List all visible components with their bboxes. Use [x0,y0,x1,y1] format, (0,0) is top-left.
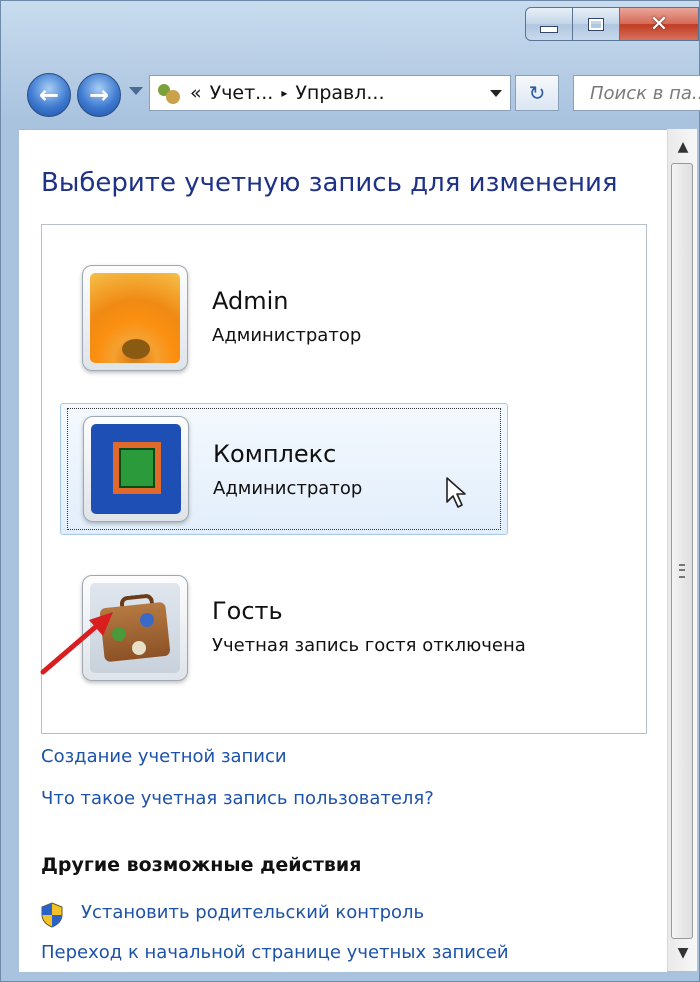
account-avatar [83,416,189,522]
breadcrumb-separator-icon[interactable]: ▸ [281,86,287,100]
page-title: Выберите учетную запись для изменения [41,168,618,198]
address-chevron[interactable]: « [190,82,202,104]
address-dropdown-icon[interactable] [490,89,502,97]
scroll-down-arrow-icon[interactable]: ▼ [668,939,698,967]
account-name: Admin [212,287,289,315]
close-button[interactable]: ✕ [619,7,699,41]
scroll-up-arrow-icon[interactable]: ▲ [668,133,698,161]
window-icon [91,424,181,514]
scroll-thumb[interactable] [671,163,693,939]
navigation-bar: ← → « Учет... ▸ Управл... ↻ Поиск в па..… [1,69,700,119]
account-role: Администратор [213,478,363,499]
uac-shield-icon [41,902,63,928]
breadcrumb-user-accounts[interactable]: Учет... [210,82,274,104]
red-pointer-arrow-icon [40,612,113,675]
account-avatar [82,265,188,371]
minimize-icon [540,25,558,33]
account-item-admin[interactable]: Admin Администратор [60,253,508,385]
back-arrow-icon: ← [38,81,60,109]
refresh-icon: ↻ [528,81,546,105]
address-bar[interactable]: « Учет... ▸ Управл... [149,75,511,111]
account-item-complex[interactable]: Комплекс Администратор [60,403,508,535]
recent-pages-dropdown[interactable] [129,87,143,95]
account-item-guest[interactable]: Гость Учетная запись гостя отключена [60,563,526,695]
close-icon: ✕ [649,11,669,37]
vertical-scrollbar[interactable]: ▲ ▼ [667,129,697,971]
refresh-button[interactable]: ↻ [515,75,559,111]
content-pane: Выберите учетную запись для изменения Ad… [19,129,667,972]
parental-control-link[interactable]: Установить родительский контроль [81,902,424,923]
back-button[interactable]: ← [27,73,71,117]
account-role: Администратор [212,325,362,346]
grip-icon [679,564,685,578]
search-placeholder: Поиск в па... [590,82,700,104]
forward-arrow-icon: → [88,81,110,109]
what-is-account-link[interactable]: Что такое учетная запись пользователя? [41,788,434,809]
create-account-link[interactable]: Создание учетной записи [41,746,287,767]
search-input[interactable]: Поиск в па... [573,75,700,111]
accounts-home-link[interactable]: Переход к начальной странице учетных зап… [41,942,509,963]
breadcrumb-manage-accounts[interactable]: Управл... [295,82,384,104]
other-actions-heading: Другие возможные действия [41,854,362,876]
maximize-button[interactable] [572,7,620,41]
caption-buttons: ✕ [525,7,699,43]
forward-button[interactable]: → [77,73,121,117]
account-name: Гость [212,597,283,625]
mouse-cursor-icon [446,477,466,508]
maximize-icon [588,17,604,31]
window: ✕ ← → « Учет... ▸ Управл... ↻ Поиск в па… [0,0,700,982]
users-icon [158,82,182,104]
account-role: Учетная запись гостя отключена [212,635,526,656]
flower-icon [90,273,180,363]
account-name: Комплекс [213,440,337,468]
accounts-list: Admin Администратор Комплекс Администрат… [41,224,647,734]
minimize-button[interactable] [525,7,573,41]
